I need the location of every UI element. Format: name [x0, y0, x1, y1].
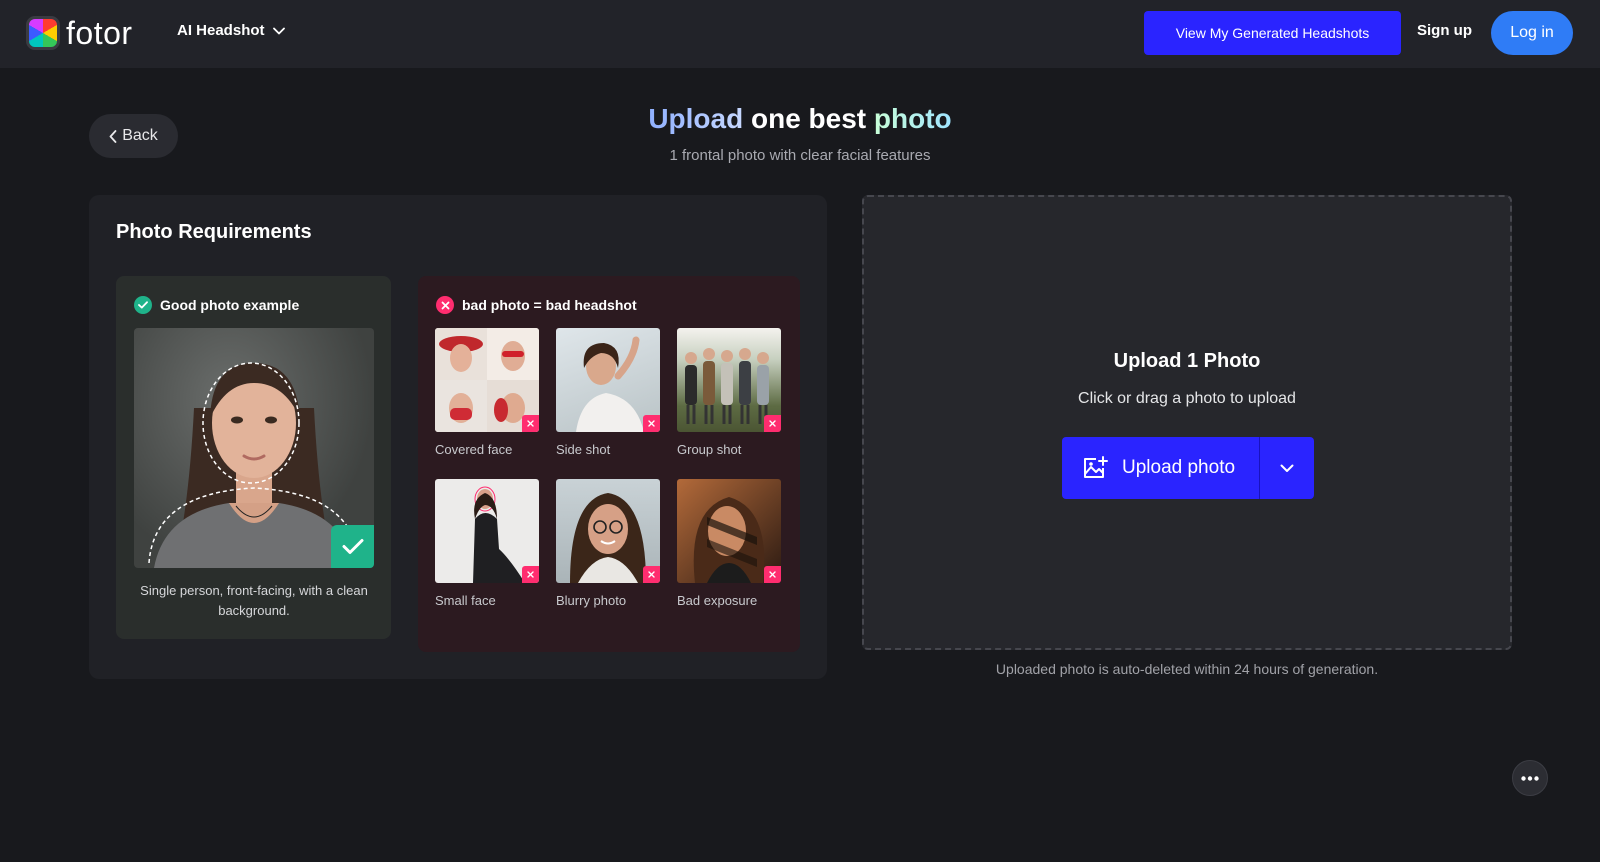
good-photo-example-image: [134, 328, 374, 568]
good-photo-heading: Good photo example: [134, 296, 299, 314]
view-generated-headshots-button[interactable]: View My Generated Headshots: [1144, 11, 1401, 55]
reject-x-icon: [522, 566, 539, 583]
image-add-icon: [1084, 456, 1108, 478]
bad-example-small-face: Small face: [435, 479, 539, 608]
reject-x-icon: [522, 415, 539, 432]
bad-example-label: Covered face: [435, 442, 513, 457]
fotor-logo[interactable]: fotor: [26, 16, 133, 50]
good-photo-card: Good photo example Single person, front-…: [116, 276, 391, 639]
title-middle: one best: [743, 103, 874, 134]
upload-photo-button-group: Upload photo: [1062, 437, 1314, 499]
bad-photo-heading: bad photo = bad headshot: [436, 296, 637, 314]
good-photo-heading-text: Good photo example: [160, 297, 300, 313]
title-upload: Upload: [648, 103, 744, 134]
bad-example-thumbnail: [435, 328, 539, 432]
bad-example-thumbnail: [556, 328, 660, 432]
reject-x-icon: [764, 415, 781, 432]
bad-example-group-shot: Group shot: [677, 328, 781, 457]
bad-example-label: Group shot: [677, 442, 742, 457]
bad-example-bad-exposure: Bad exposure: [677, 479, 781, 608]
top-nav: fotor AI Headshot View My Generated Head…: [0, 0, 1600, 68]
photo-requirements-panel: Photo Requirements Good photo example Si…: [89, 195, 827, 679]
upload-options-dropdown[interactable]: [1260, 437, 1314, 499]
bad-example-side-shot: Side shot: [556, 328, 660, 457]
check-circle-icon: [134, 296, 152, 314]
bad-photo-heading-text: bad photo = bad headshot: [462, 297, 637, 313]
upload-subtitle: Click or drag a photo to upload: [1078, 390, 1296, 407]
upload-photo-label: Upload photo: [1122, 457, 1236, 478]
title-photo: photo: [873, 103, 952, 134]
bad-example-thumbnail: [556, 479, 660, 583]
logo-text: fotor: [66, 15, 133, 51]
reject-x-icon: [764, 566, 781, 583]
upload-dropzone[interactable]: Upload 1 Photo Click or drag a photo to …: [862, 195, 1512, 650]
approved-check-icon: [331, 525, 374, 568]
bad-example-thumbnail: [677, 328, 781, 432]
login-button[interactable]: Log in: [1491, 11, 1573, 55]
requirements-title: Photo Requirements: [116, 221, 312, 243]
auto-delete-note: Uploaded photo is auto-deleted within 24…: [995, 661, 1379, 677]
bad-example-blurry-photo: Blurry photo: [556, 479, 660, 608]
bad-example-label: Blurry photo: [556, 593, 627, 608]
bad-example-thumbnail: [677, 479, 781, 583]
bad-photo-card: bad photo = bad headshot Covered face Si…: [418, 276, 800, 652]
page-subtitle: 1 frontal photo with clear facial featur…: [669, 147, 931, 164]
upload-photo-button[interactable]: Upload photo: [1062, 437, 1259, 499]
bad-example-label: Side shot: [556, 442, 611, 457]
signup-link[interactable]: Sign up: [1417, 22, 1472, 39]
product-menu-label: AI Headshot: [177, 22, 265, 39]
reject-x-icon: [643, 566, 660, 583]
bad-example-thumbnail: [435, 479, 539, 583]
chevron-down-icon: [1280, 464, 1294, 472]
fotor-logo-icon: [26, 16, 60, 50]
product-menu[interactable]: AI Headshot: [177, 22, 285, 39]
reject-x-icon: [643, 415, 660, 432]
bad-example-covered-face: Covered face: [435, 328, 539, 457]
x-circle-icon: [436, 296, 454, 314]
more-options-button[interactable]: [1512, 760, 1548, 796]
good-photo-caption: Single person, front-facing, with a clea…: [140, 583, 368, 618]
chevron-down-icon: [272, 27, 285, 34]
bad-example-label: Bad exposure: [677, 593, 758, 608]
more-icon: [1521, 775, 1539, 781]
page-title: Upload one best photo: [0, 103, 1600, 135]
bad-example-label: Small face: [435, 593, 496, 608]
upload-title: Upload 1 Photo: [1113, 350, 1261, 372]
